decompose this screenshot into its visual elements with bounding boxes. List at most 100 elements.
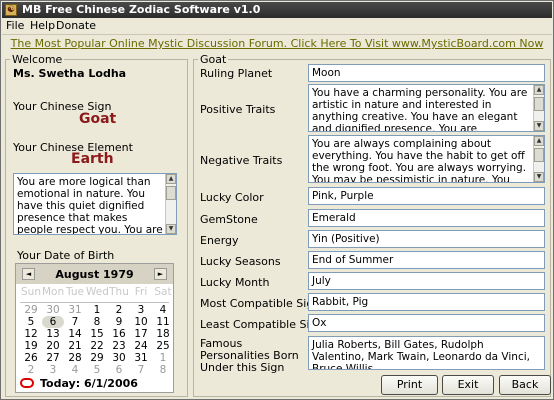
calendar-day[interactable]: 1 xyxy=(86,304,108,316)
app-window: ☯ MB Free Chinese Zodiac Software v1.0 F… xyxy=(0,0,554,400)
calendar-day[interactable]: 26 xyxy=(20,352,42,364)
element-description-scrollbar[interactable]: ▲ ▼ xyxy=(165,174,176,234)
calendar-day[interactable]: 30 xyxy=(108,352,130,364)
calendar-day[interactable]: 4 xyxy=(152,304,174,316)
calendar-day[interactable]: 23 xyxy=(108,340,130,352)
dow-sat: Sat xyxy=(154,286,172,298)
gemstone-field[interactable]: Emerald xyxy=(308,209,545,227)
calendar-day[interactable]: 8 xyxy=(152,364,174,376)
dow-wed: Wed xyxy=(86,286,109,298)
calendar-day[interactable]: 3 xyxy=(130,304,152,316)
calendar-day[interactable]: 12 xyxy=(20,328,42,340)
dow-thu: Thu xyxy=(109,286,129,298)
element-description[interactable]: You are more logical than emotional in n… xyxy=(13,173,177,235)
energy-field[interactable]: Yin (Positive) xyxy=(308,230,545,248)
calendar-day[interactable]: 20 xyxy=(42,340,64,352)
calendar-day[interactable]: 13 xyxy=(42,328,64,340)
dow-tue: Tue xyxy=(66,286,84,298)
lucky-seasons-field[interactable]: End of Summer xyxy=(308,251,545,269)
menu-help[interactable]: Help xyxy=(30,18,55,34)
calendar-day[interactable]: 27 xyxy=(42,352,64,364)
calendar-day[interactable]: 10 xyxy=(130,316,152,328)
birth-date-calendar[interactable]: ◄ August 1979 ► Sun Mon Tue Wed Thu Fri … xyxy=(15,263,174,393)
lucky-month-label: Lucky Month xyxy=(200,276,270,289)
calendar-day[interactable]: 5 xyxy=(86,364,108,376)
welcome-group-label: Welcome xyxy=(10,53,65,66)
scroll-down-icon[interactable]: ▼ xyxy=(534,172,544,182)
menu-donate[interactable]: Donate xyxy=(56,18,96,34)
negative-traits-scrollbar[interactable]: ▲ ▼ xyxy=(533,136,544,182)
most-compatible-label: Most Compatible Sign xyxy=(200,297,321,310)
scroll-down-icon[interactable]: ▼ xyxy=(534,121,544,131)
scroll-thumb[interactable] xyxy=(166,186,176,200)
calendar-day[interactable]: 4 xyxy=(64,364,86,376)
chinese-sign-value: Goat xyxy=(79,111,117,127)
back-button[interactable]: Back xyxy=(499,375,551,395)
date-of-birth-label: Your Date of Birth xyxy=(17,249,115,262)
calendar-day[interactable]: 29 xyxy=(20,304,42,316)
dow-mon: Mon xyxy=(42,286,65,298)
scroll-thumb[interactable] xyxy=(534,148,544,162)
dow-fri: Fri xyxy=(134,286,148,298)
calendar-day[interactable]: 8 xyxy=(86,316,108,328)
today-circle-icon xyxy=(20,378,34,388)
today-link[interactable]: Today: 6/1/2006 xyxy=(40,377,138,390)
famous-personalities-text: Julia Roberts, Bill Gates, Rudolph Valen… xyxy=(312,339,530,370)
calendar-day[interactable]: 24 xyxy=(130,340,152,352)
exit-button[interactable]: Exit xyxy=(442,375,494,395)
calendar-day[interactable]: 17 xyxy=(130,328,152,340)
menu-file[interactable]: File xyxy=(6,18,24,34)
scroll-thumb[interactable] xyxy=(534,97,544,111)
calendar-day[interactable]: 1 xyxy=(152,352,174,364)
calendar-day[interactable]: 11 xyxy=(152,316,174,328)
calendar-day[interactable]: 25 xyxy=(152,340,174,352)
print-button[interactable]: Print xyxy=(381,375,438,395)
calendar-day[interactable]: 6 xyxy=(42,316,64,328)
title-bar[interactable]: ☯ MB Free Chinese Zodiac Software v1.0 xyxy=(2,2,552,18)
calendar-day[interactable]: 19 xyxy=(20,340,42,352)
calendar-day[interactable]: 3 xyxy=(42,364,64,376)
negative-traits-field[interactable]: You are always complaining about everyth… xyxy=(308,135,545,183)
calendar-day[interactable]: 22 xyxy=(86,340,108,352)
energy-label: Energy xyxy=(200,234,239,247)
calendar-day[interactable]: 31 xyxy=(130,352,152,364)
calendar-day[interactable]: 6 xyxy=(108,364,130,376)
scroll-up-icon[interactable]: ▲ xyxy=(534,85,544,95)
lucky-color-field[interactable]: Pink, Purple xyxy=(308,187,545,205)
forum-banner: The Most Popular Online Mystic Discussio… xyxy=(2,34,552,52)
calendar-day[interactable]: 18 xyxy=(152,328,174,340)
most-compatible-field[interactable]: Rabbit, Pig xyxy=(308,293,545,311)
menu-bar: File Help Donate xyxy=(2,18,552,34)
positive-traits-field[interactable]: You have a charming personality. You are… xyxy=(308,84,545,132)
ruling-planet-field[interactable]: Moon xyxy=(308,64,545,82)
least-compatible-field[interactable]: Ox xyxy=(308,314,545,332)
least-compatible-label: Least Compatible Sign xyxy=(200,318,324,331)
next-month-icon[interactable]: ► xyxy=(154,268,167,280)
calendar-day[interactable]: 5 xyxy=(20,316,42,328)
calendar-day[interactable]: 28 xyxy=(64,352,86,364)
window-title: MB Free Chinese Zodiac Software v1.0 xyxy=(22,3,261,16)
calendar-day[interactable]: 21 xyxy=(64,340,86,352)
sign-details-group-label: Goat xyxy=(198,53,229,66)
forum-banner-link[interactable]: The Most Popular Online Mystic Discussio… xyxy=(2,37,552,50)
calendar-day[interactable]: 15 xyxy=(86,328,108,340)
calendar-day[interactable]: 30 xyxy=(42,304,64,316)
scroll-up-icon[interactable]: ▲ xyxy=(534,136,544,146)
calendar-day[interactable]: 31 xyxy=(64,304,86,316)
calendar-day[interactable]: 14 xyxy=(64,328,86,340)
famous-personalities-field[interactable]: Julia Roberts, Bill Gates, Rudolph Valen… xyxy=(308,336,545,370)
calendar-day[interactable]: 16 xyxy=(108,328,130,340)
calendar-day[interactable]: 2 xyxy=(108,304,130,316)
calendar-header: ◄ August 1979 ► xyxy=(16,264,173,284)
calendar-day[interactable]: 7 xyxy=(130,364,152,376)
chinese-element-value: Earth xyxy=(71,151,114,167)
calendar-day[interactable]: 29 xyxy=(86,352,108,364)
user-name: Ms. Swetha Lodha xyxy=(13,67,127,80)
calendar-day[interactable]: 7 xyxy=(64,316,86,328)
calendar-day[interactable]: 9 xyxy=(108,316,130,328)
scroll-down-icon[interactable]: ▼ xyxy=(166,224,176,234)
positive-traits-scrollbar[interactable]: ▲ ▼ xyxy=(533,85,544,131)
calendar-day[interactable]: 2 xyxy=(20,364,42,376)
scroll-up-icon[interactable]: ▲ xyxy=(166,174,176,184)
lucky-month-field[interactable]: July xyxy=(308,272,545,290)
